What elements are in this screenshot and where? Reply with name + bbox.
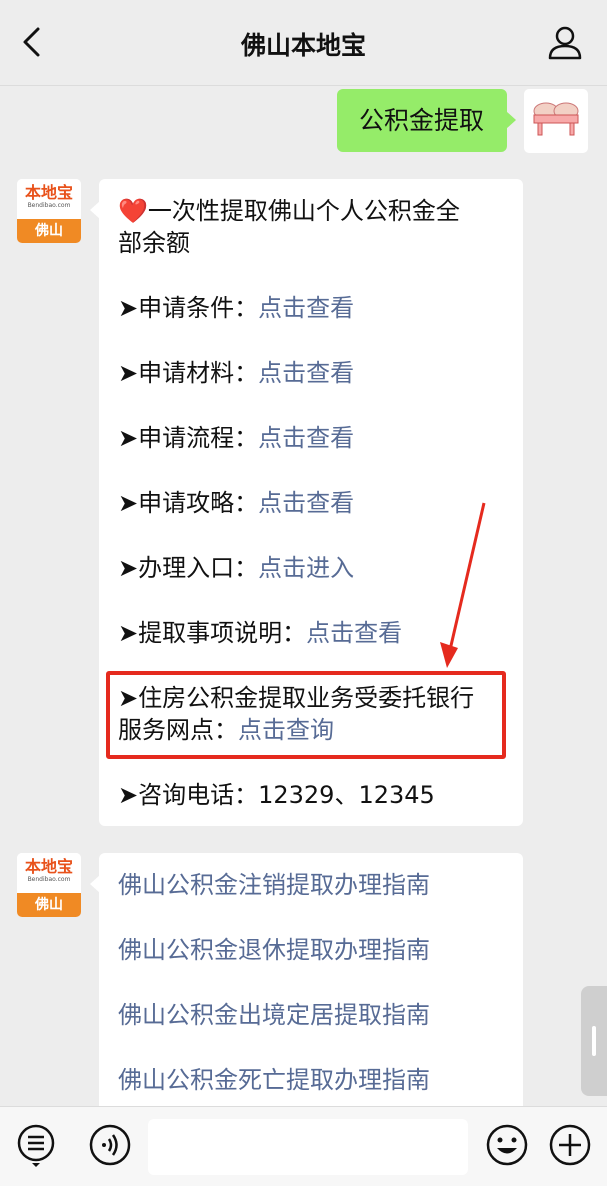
input-toolbar	[0, 1106, 607, 1186]
headline-line-1: ❤️一次性提取佛山个人公积金全	[118, 197, 460, 225]
scroll-handle[interactable]	[581, 986, 607, 1096]
user-message-bubble[interactable]: 公积金提取	[337, 89, 516, 152]
add-icon[interactable]	[548, 1123, 592, 1167]
bot-message-bubble: 佛山公积金注销提取办理指南 佛山公积金退休提取办理指南 佛山公积金出境定居提取指…	[90, 853, 523, 1113]
phone-line: ➤咨询电话：12329、12345	[118, 781, 435, 809]
avatar-city: 佛山	[17, 893, 81, 917]
scroll-grip	[592, 1026, 596, 1056]
chat-title: 佛山本地宝	[240, 31, 366, 60]
profile-icon[interactable]	[545, 22, 585, 62]
highlight-line-1: ➤住房公积金提取业务受委托银行	[118, 684, 475, 712]
emigration-guide-link[interactable]: 佛山公积金出境定居提取指南	[118, 999, 430, 1031]
list-item: ➤办理入口：点击进入	[118, 554, 355, 582]
notes-link[interactable]: 点击查看	[306, 619, 402, 647]
avatar-logo: 本地宝 Bendibao.com	[17, 179, 81, 219]
message-input[interactable]	[148, 1119, 468, 1175]
highlight-line-2: 服务网点：点击查询	[118, 716, 334, 744]
death-guide-link[interactable]: 佛山公积金死亡提取办理指南	[118, 1064, 430, 1096]
voice-icon[interactable]	[88, 1123, 132, 1167]
list-item: ➤申请条件：点击查看	[118, 294, 355, 322]
entry-link[interactable]: 点击进入	[258, 554, 354, 582]
heart-icon: ❤️	[118, 197, 148, 225]
bot-message-bubble: ❤️一次性提取佛山个人公积金全 部余额 ➤申请条件：点击查看 ➤申请材料：点击查…	[90, 179, 523, 826]
process-link[interactable]: 点击查看	[258, 424, 354, 452]
avatar-logo: 本地宝 Bendibao.com	[17, 853, 81, 893]
guide-link[interactable]: 点击查看	[258, 489, 354, 517]
cancellation-guide-link[interactable]: 佛山公积金注销提取办理指南	[118, 869, 430, 901]
list-item: ➤申请攻略：点击查看	[118, 489, 355, 517]
conditions-link[interactable]: 点击查看	[258, 294, 354, 322]
list-item: ➤提取事项说明：点击查看	[118, 619, 403, 647]
chat-header: 佛山本地宝	[0, 0, 607, 86]
materials-link[interactable]: 点击查看	[258, 359, 354, 387]
avatar-city: 佛山	[17, 219, 81, 243]
list-item: ➤申请材料：点击查看	[118, 359, 355, 387]
bot-avatar[interactable]: 本地宝 Bendibao.com 佛山	[17, 853, 81, 917]
bot-avatar[interactable]: 本地宝 Bendibao.com 佛山	[17, 179, 81, 243]
emoji-icon[interactable]	[485, 1123, 529, 1167]
user-avatar[interactable]	[524, 89, 588, 153]
bank-outlets-link[interactable]: 点击查询	[238, 716, 334, 744]
menu-icon[interactable]	[14, 1123, 58, 1167]
retirement-guide-link[interactable]: 佛山公积金退休提取办理指南	[118, 934, 430, 966]
list-item: ➤申请流程：点击查看	[118, 424, 355, 452]
headline-line-2: 部余额	[118, 229, 190, 257]
